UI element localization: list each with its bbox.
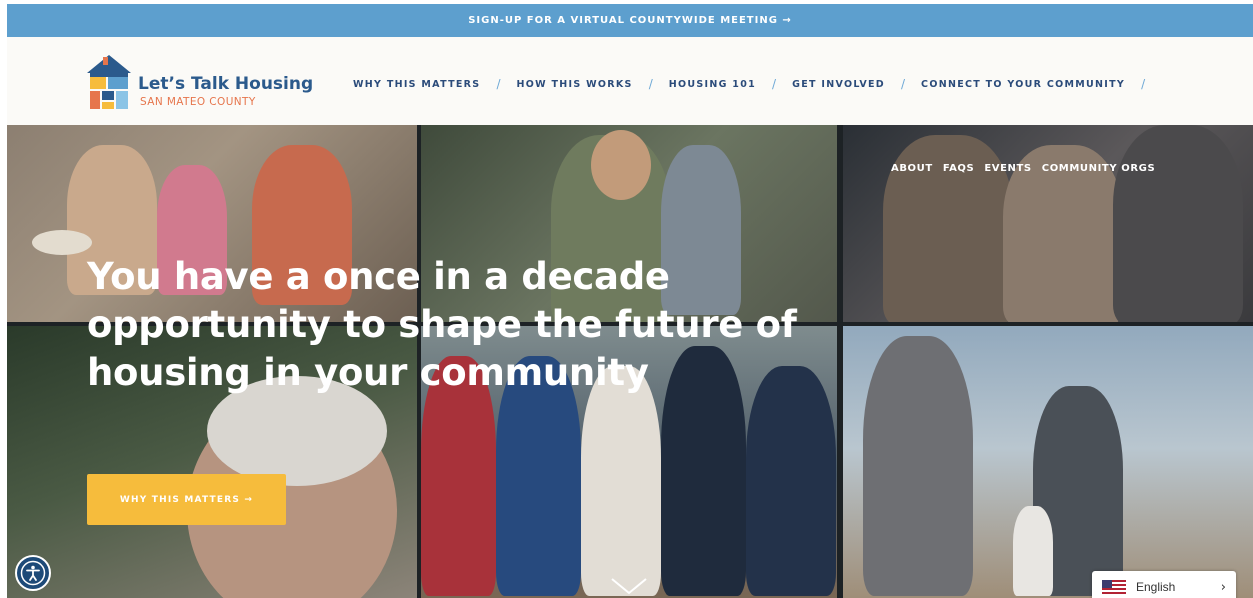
accessibility-button[interactable]: [15, 555, 51, 591]
main-nav: WHY THIS MATTERS / HOW THIS WORKS / HOUS…: [353, 77, 1161, 91]
nav-separator: /: [772, 77, 777, 91]
chevron-right-icon: ›: [1220, 579, 1226, 595]
accessibility-icon: [20, 560, 46, 586]
house-logo-icon: [87, 55, 131, 109]
nav-housing-101[interactable]: HOUSING 101: [669, 79, 756, 90]
hero-heading: You have a once in a decade opportunity …: [87, 255, 797, 394]
nav-about[interactable]: ABOUT: [891, 163, 933, 174]
chevron-down-icon[interactable]: [609, 575, 649, 597]
photo-group-hug: [843, 125, 1253, 322]
countywide-meeting-link[interactable]: SIGN-UP FOR A VIRTUAL COUNTYWIDE MEETING…: [468, 15, 792, 26]
announcement-banner: SIGN-UP FOR A VIRTUAL COUNTYWIDE MEETING…: [7, 4, 1253, 37]
photo-beach-family: [843, 326, 1253, 598]
logo-subtitle: SAN MATEO COUNTY: [140, 96, 256, 108]
nav-how-this-works[interactable]: HOW THIS WORKS: [516, 79, 632, 90]
hero-section: ABOUT FAQS EVENTS COMMUNITY ORGS You hav…: [7, 125, 1253, 598]
site-logo[interactable]: Let’s Talk Housing SAN MATEO COUNTY: [85, 53, 315, 113]
why-this-matters-button[interactable]: WHY THIS MATTERS →: [87, 474, 286, 525]
site-header: Let’s Talk Housing SAN MATEO COUNTY WHY …: [7, 37, 1253, 125]
nav-separator: /: [648, 77, 653, 91]
nav-events[interactable]: EVENTS: [984, 163, 1031, 174]
us-flag-icon: [1102, 580, 1126, 594]
nav-connect-to-your-community[interactable]: CONNECT TO YOUR COMMUNITY: [921, 79, 1125, 90]
nav-why-this-matters[interactable]: WHY THIS MATTERS: [353, 79, 480, 90]
nav-faqs[interactable]: FAQS: [943, 163, 975, 174]
page-frame: SIGN-UP FOR A VIRTUAL COUNTYWIDE MEETING…: [7, 4, 1253, 598]
nav-separator: /: [1141, 77, 1146, 91]
logo-title: Let’s Talk Housing: [138, 74, 314, 94]
language-label: English: [1136, 580, 1176, 594]
nav-separator: /: [901, 77, 906, 91]
nav-separator: /: [496, 77, 501, 91]
cta-label: WHY THIS MATTERS →: [119, 494, 254, 505]
nav-community-orgs[interactable]: COMMUNITY ORGS: [1042, 163, 1156, 174]
language-selector[interactable]: English ›: [1092, 571, 1236, 598]
nav-get-involved[interactable]: GET INVOLVED: [792, 79, 885, 90]
secondary-nav: ABOUT FAQS EVENTS COMMUNITY ORGS: [891, 163, 1155, 174]
